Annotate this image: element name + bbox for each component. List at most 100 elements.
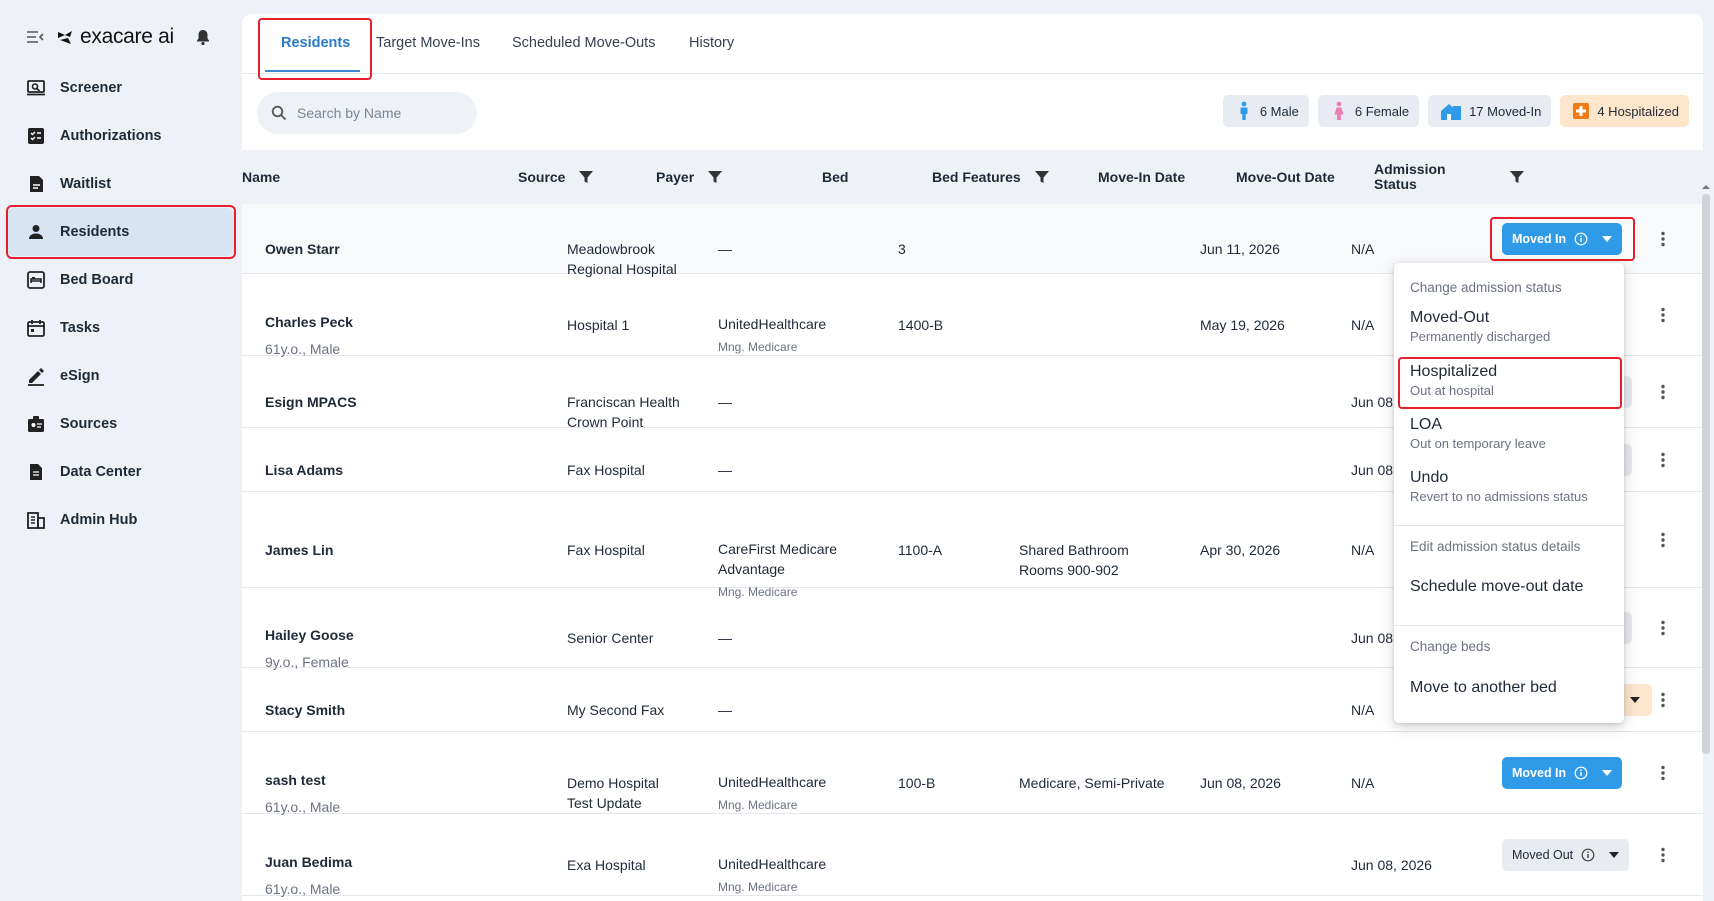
column-label: Bed Features [932, 169, 1021, 185]
menu-item-undo[interactable]: Undo Revert to no admissions status [1410, 469, 1615, 504]
menu-item-move-bed[interactable]: Move to another bed [1410, 679, 1615, 697]
tab-bar: Residents Target Move-Ins Scheduled Move… [242, 14, 1703, 80]
bed-cell-text: 100-B [898, 775, 936, 791]
resident-name-cell: Esign MPACS [265, 392, 357, 412]
source-cell-text: Crown Point [567, 414, 644, 430]
column-header-name[interactable]: Name [242, 150, 280, 204]
sidebar-item-authorizations[interactable]: Authorizations [8, 112, 234, 160]
payer-cell-text: UnitedHealthcare [718, 315, 827, 332]
filter-icon[interactable] [579, 170, 594, 184]
table-row[interactable] [242, 814, 1703, 896]
payer-cell-text: Advantage [718, 560, 785, 577]
column-header-source[interactable]: Source [518, 150, 594, 204]
menu-item-schedule-move-out[interactable]: Schedule move-out date [1410, 578, 1615, 596]
tab-scheduled-move-outs[interactable]: Scheduled Move-Outs [512, 14, 655, 74]
row-more-options-icon[interactable] [1661, 620, 1665, 636]
sidebar-item-label: Waitlist [60, 176, 112, 192]
resident-name-cell-text: Esign MPACS [265, 394, 357, 410]
row-more-options-icon[interactable] [1661, 452, 1665, 468]
row-more-options-icon[interactable] [1661, 384, 1665, 400]
column-label: Source [518, 169, 566, 185]
resident-name-cell-text: Hailey Goose [265, 626, 354, 643]
row-more-options-icon[interactable] [1661, 307, 1665, 323]
table-row[interactable] [242, 732, 1703, 814]
filter-icon[interactable] [1509, 170, 1524, 184]
tab-history[interactable]: History [689, 14, 734, 74]
payer-cell-text: Mng. Medicare [718, 797, 798, 812]
row-more-options-icon[interactable] [1661, 847, 1665, 863]
sidebar-item-screener[interactable]: Screener [8, 64, 234, 112]
move-in-date-cell-text: May 19, 2026 [1200, 317, 1285, 333]
column-header-bed[interactable]: Bed [822, 150, 848, 204]
sidebar-item-data-center[interactable]: Data Center [8, 448, 234, 496]
moved-in-count: 17 Moved-In [1469, 103, 1542, 119]
admission-status-dropdown[interactable]: Moved Out [1502, 839, 1630, 871]
bed-board-icon [27, 271, 45, 289]
menu-item-title: Move to another bed [1410, 679, 1557, 696]
female-count: 6 Female [1354, 103, 1410, 119]
row-more-options-icon[interactable] [1661, 765, 1665, 781]
column-header-move-out-date[interactable]: Move-Out Date [1236, 150, 1335, 204]
source-cell-text: Regional Hospital [567, 261, 677, 277]
filter-icon[interactable] [708, 170, 723, 184]
bed-cell: 3 [898, 239, 906, 259]
moved-in-count-chip[interactable]: 17 Moved-In [1428, 95, 1552, 127]
source-cell-text: Fax Hospital [567, 542, 645, 558]
sidebar-item-label: Tasks [60, 320, 101, 336]
column-header-admission-status[interactable]: Admission Status [1374, 150, 1524, 204]
menu-item-title: LOA [1410, 416, 1443, 433]
sidebar-item-residents[interactable]: Residents [6, 205, 236, 259]
menu-item-subtitle: Permanently discharged [1410, 329, 1551, 344]
sidebar-item-tasks[interactable]: Tasks [8, 304, 234, 352]
payer-cell: UnitedHealthcare Mng. Medicare [718, 854, 826, 897]
column-header-move-in-date[interactable]: Move-In Date [1098, 150, 1185, 204]
sidebar-item-label: Admin Hub [60, 512, 138, 528]
female-count-chip[interactable]: 6 Female [1317, 95, 1420, 127]
admission-status-menu: Change admission status Moved-Out Perman… [1394, 263, 1624, 723]
resident-name-cell: Owen Starr [265, 239, 340, 259]
move-in-date-cell-text: Jun 08, 2026 [1200, 775, 1281, 791]
menu-item-loa[interactable]: LOA Out on temporary leave [1410, 416, 1615, 451]
chevron-down-icon [1609, 852, 1620, 858]
status-label: Moved Out [1512, 848, 1574, 862]
row-more-options-icon[interactable] [1661, 231, 1665, 247]
admission-status-dropdown[interactable]: Moved In [1502, 757, 1623, 789]
move-out-date-cell: N/A [1351, 773, 1374, 793]
column-header-bed-features[interactable]: Bed Features [932, 150, 1049, 204]
vertical-scrollbar[interactable] [1702, 194, 1710, 754]
column-label: Name [242, 169, 281, 185]
bell-icon[interactable] [194, 28, 212, 46]
sidebar-item-waitlist[interactable]: Waitlist [8, 160, 234, 208]
menu-item-moved-out[interactable]: Moved-Out Permanently discharged [1410, 309, 1615, 344]
male-count-chip[interactable]: 6 Male [1222, 95, 1309, 127]
payer-cell-text: — [718, 394, 732, 410]
tab-target-move-ins[interactable]: Target Move-Ins [376, 14, 480, 74]
collapse-menu-icon[interactable] [26, 30, 44, 44]
sidebar-item-sources[interactable]: Sources [8, 400, 234, 448]
menu-section-change-beds: Change beds [1410, 639, 1491, 654]
sidebar-item-bed-board[interactable]: Bed Board [8, 256, 234, 304]
filter-icon[interactable] [1034, 170, 1049, 184]
source-cell-text: Franciscan Health [567, 394, 680, 410]
sidebar-item-admin-hub[interactable]: Admin Hub [8, 496, 234, 544]
hospitalized-count-chip[interactable]: 4 Hospitalized [1560, 95, 1689, 127]
info-icon[interactable] [1581, 848, 1595, 862]
female-icon [1334, 101, 1344, 120]
move-out-date-cell: N/A [1351, 700, 1374, 720]
payer-cell: — [718, 460, 732, 480]
sidebar-item-esign[interactable]: eSign [8, 352, 234, 400]
row-more-options-icon[interactable] [1661, 532, 1665, 548]
column-header-payer[interactable]: Payer [656, 150, 723, 204]
search-input[interactable] [297, 105, 467, 121]
resident-name-cell-text: 61y.o., Male [265, 798, 341, 815]
info-icon[interactable] [1574, 766, 1588, 780]
row-more-options-icon[interactable] [1661, 692, 1665, 708]
move-out-date-cell: Jun 08, 2026 [1351, 855, 1432, 875]
resident-name-cell-text: 61y.o., Male [265, 880, 341, 897]
payer-cell-text: — [718, 241, 732, 257]
source-cell-text: Fax Hospital [567, 462, 645, 478]
source-cell-text: Exa Hospital [567, 857, 646, 873]
scroll-up-arrow-icon[interactable] [1702, 178, 1710, 189]
person-icon [29, 225, 43, 239]
resident-name-cell: Lisa Adams [265, 460, 343, 480]
